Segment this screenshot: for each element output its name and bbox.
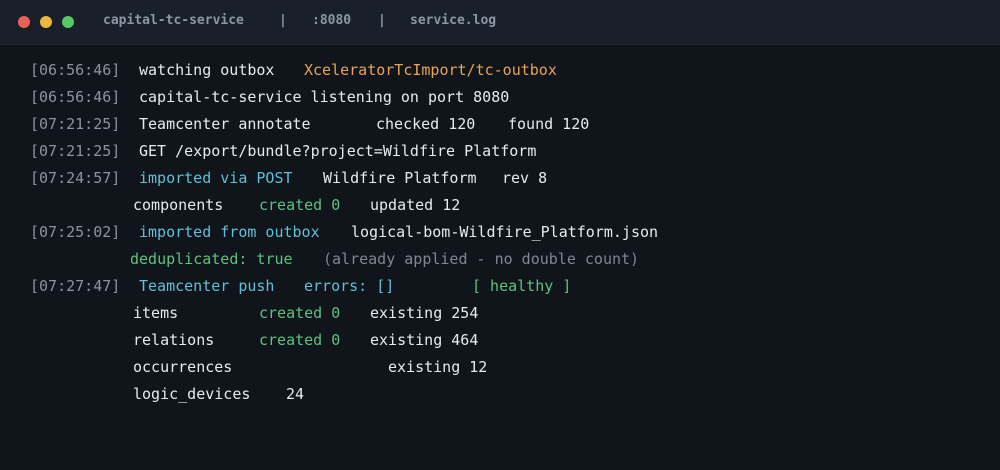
errors-list: errors: [] [304, 277, 395, 295]
log-line: relations created 0 existing 464 [0, 330, 478, 350]
title-bar: capital-tc-service | :8080 | service.log [0, 0, 1000, 45]
revision: rev 8 [502, 169, 548, 187]
log-event: imported from outbox [139, 223, 320, 241]
log-timestamp: [07:25:02] [30, 223, 121, 241]
log-timestamp: [06:56:46] [30, 61, 121, 79]
log-line: [07:25:02] imported from outbox logical-… [0, 222, 658, 242]
updated-count: updated 12 [370, 196, 461, 214]
existing-count: existing 464 [370, 331, 479, 349]
log-file-name: service.log [410, 13, 497, 28]
log-timestamp: [07:27:47] [30, 277, 121, 295]
log-timestamp: [07:24:57] [30, 169, 121, 187]
stat-label: items [133, 304, 179, 322]
device-count: 24 [286, 385, 305, 403]
bundle-file: logical-bom-Wildfire_Platform.json [351, 223, 659, 241]
created-count: created 0 [259, 304, 341, 322]
dedup-note: (already applied - no double count) [323, 250, 640, 268]
log-message: GET /export/bundle?project=Wildfire Plat… [139, 142, 537, 160]
log-line: [07:21:25] Teamcenter annotate checked 1… [0, 114, 589, 134]
outbox-path: XceleratorTcImport/tc-outbox [304, 61, 557, 79]
log-timestamp: [07:21:25] [30, 115, 121, 133]
log-timestamp: [07:21:25] [30, 142, 121, 160]
log-message: capital-tc-service listening on port 808… [139, 88, 510, 106]
log-line: [07:21:25] GET /export/bundle?project=Wi… [0, 141, 536, 161]
log-event: Teamcenter push [139, 277, 275, 295]
service-name: capital-tc-service [103, 13, 244, 28]
created-count: created 0 [259, 331, 341, 349]
log-message: watching outbox [139, 61, 275, 79]
log-line: [07:24:57] imported via POST Wildfire Pl… [0, 168, 547, 188]
terminal-window: capital-tc-service | :8080 | service.log… [0, 0, 1000, 470]
log-line: logic_devices 24 [0, 384, 304, 404]
found-count: found 120 [508, 115, 590, 133]
project-name: Wildfire Platform [323, 169, 477, 187]
port-label: :8080 [312, 13, 352, 28]
dedup-status: deduplicated: true [130, 250, 293, 268]
log-timestamp: [06:56:46] [30, 88, 121, 106]
close-button[interactable] [18, 16, 30, 28]
maximize-button[interactable] [62, 16, 74, 28]
stat-label: logic_devices [133, 385, 251, 403]
log-line: items created 0 existing 254 [0, 303, 478, 323]
existing-count: existing 12 [388, 358, 488, 376]
title-separator: | [378, 13, 386, 28]
log-line: components created 0 updated 12 [0, 195, 460, 215]
stat-label: occurrences [133, 358, 233, 376]
title-separator: | [279, 13, 287, 28]
checked-count: checked 120 [376, 115, 476, 133]
stat-label: components [133, 196, 224, 214]
log-message: Teamcenter annotate [139, 115, 311, 133]
log-event: imported via POST [139, 169, 293, 187]
existing-count: existing 254 [370, 304, 479, 322]
log-line: deduplicated: true (already applied - no… [0, 249, 639, 269]
log-line: [07:27:47] Teamcenter push errors: [] [ … [0, 276, 571, 296]
health-badge: [ healthy ] [472, 277, 572, 295]
log-line: occurrences existing 12 [0, 357, 487, 377]
stat-label: relations [133, 331, 215, 349]
minimize-button[interactable] [40, 16, 52, 28]
log-line: [06:56:46] watching outbox XceleratorTcI… [0, 60, 557, 80]
log-line: [06:56:46] capital-tc-service listening … [0, 87, 509, 107]
created-count: created 0 [259, 196, 341, 214]
